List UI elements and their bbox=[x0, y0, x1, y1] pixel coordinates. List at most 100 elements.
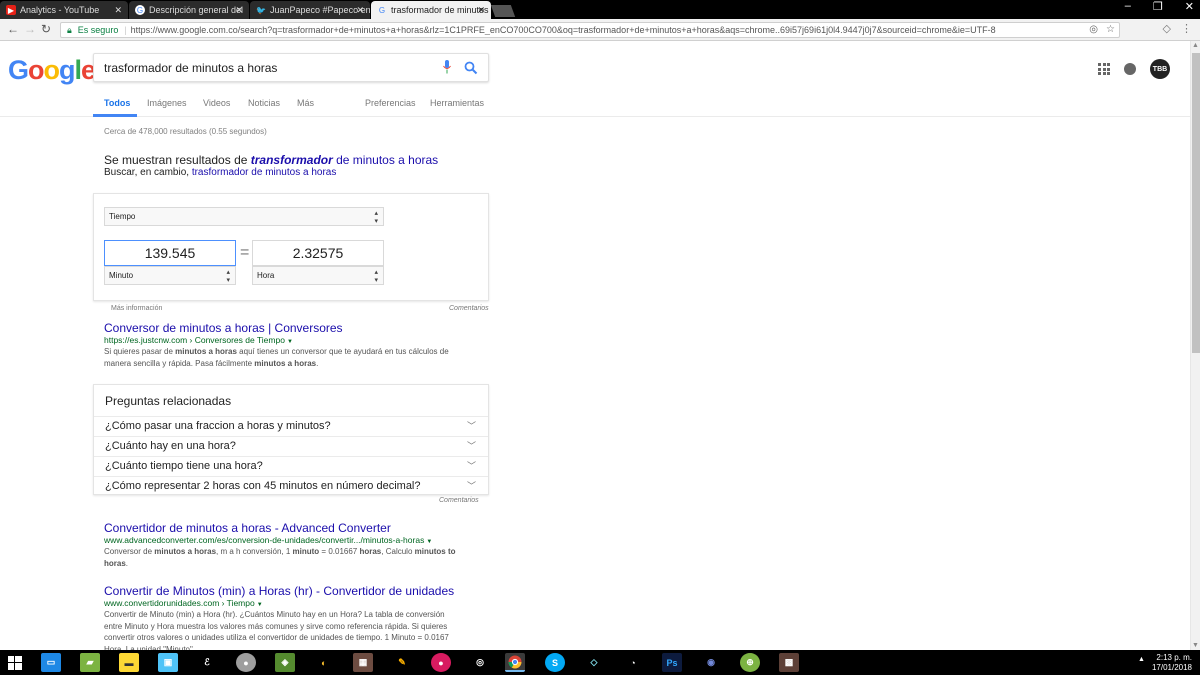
scroll-down-icon[interactable]: ▼ bbox=[1192, 642, 1199, 649]
related-question[interactable]: ¿Cuánto tiempo tiene una hora? ﹀ bbox=[94, 456, 488, 476]
folder-icon[interactable]: ▬ bbox=[119, 653, 139, 672]
address-bar[interactable]: 🔒︎ Es seguro | https://www.google.com.co… bbox=[60, 22, 1120, 38]
result-2-title[interactable]: Convertidor de minutos a horas - Advance… bbox=[104, 521, 391, 535]
reload-icon[interactable]: ↻ bbox=[41, 22, 51, 36]
result-1-title[interactable]: Conversor de minutos a horas | Conversor… bbox=[104, 321, 343, 335]
extension-icon[interactable]: ◇ bbox=[1163, 22, 1171, 35]
scroll-up-icon[interactable]: ▲ bbox=[1192, 42, 1199, 49]
search-input[interactable] bbox=[104, 61, 424, 75]
close-icon[interactable]: ✕ bbox=[356, 5, 364, 16]
google-logo[interactable]: Google bbox=[8, 55, 96, 86]
related-question[interactable]: ¿Cuánto hay en una hora? ﹀ bbox=[94, 436, 488, 456]
result-3-url-text: www.convertidorunidades.com › Tiempo bbox=[104, 598, 255, 608]
notifications-icon[interactable] bbox=[1124, 63, 1136, 75]
original-query-link[interactable]: trasformador de minutos a horas bbox=[192, 167, 337, 178]
tab-descripcion[interactable]: G Descripción general del ✕ bbox=[129, 1, 249, 19]
clock-date: 17/01/2018 bbox=[1151, 663, 1192, 672]
to-value-input[interactable]: 2.32575 bbox=[252, 240, 384, 266]
tab-mas[interactable]: Más bbox=[297, 98, 314, 108]
tab-youtube-analytics[interactable]: ▶ Analytics - YouTube ✕ bbox=[0, 1, 128, 19]
result-2-url: www.advancedconverter.com/es/conversion-… bbox=[104, 535, 432, 545]
dropdown-arrow-icon[interactable]: ▼ bbox=[426, 539, 432, 545]
tab-search-active[interactable]: G trasformador de minutos ✕ bbox=[371, 1, 491, 19]
obs-icon[interactable]: ◎ bbox=[470, 653, 490, 672]
forward-icon[interactable]: → bbox=[24, 22, 36, 36]
tab-herramientas[interactable]: Herramientas bbox=[430, 98, 484, 108]
tab-twitter[interactable]: 🐦 JuanPapeco #Papeco en ✕ bbox=[250, 1, 370, 19]
tab-preferencias[interactable]: Preferencias bbox=[365, 98, 416, 108]
related-question[interactable]: ¿Cómo pasar una fraccion a horas y minut… bbox=[94, 416, 488, 436]
target-icon[interactable]: ◎ bbox=[1089, 24, 1098, 35]
avatar[interactable]: TBB bbox=[1150, 59, 1170, 79]
back-icon[interactable]: ← bbox=[7, 22, 19, 36]
record-icon[interactable]: ● bbox=[431, 653, 451, 672]
snippet-text: , m a h conversión, 1 bbox=[216, 547, 293, 556]
chevron-down-icon: ﹀ bbox=[466, 461, 476, 471]
header-right: TBB bbox=[1098, 59, 1170, 79]
chrome-icon[interactable] bbox=[505, 653, 525, 672]
folder-icon[interactable]: ▭ bbox=[41, 653, 61, 672]
app-icon[interactable]: ▩ bbox=[779, 653, 799, 672]
app-icon[interactable]: ◈ bbox=[275, 653, 295, 672]
maximize-icon[interactable]: ❐ bbox=[1153, 0, 1163, 13]
app-icon[interactable]: ● bbox=[236, 653, 256, 672]
photoshop-icon[interactable]: Ps bbox=[662, 653, 682, 672]
snippet-bold: minutos a horas bbox=[154, 547, 217, 556]
star-icon[interactable]: ☆ bbox=[1106, 24, 1115, 35]
tab-todos[interactable]: Todos bbox=[104, 98, 130, 108]
dropdown-arrow-icon[interactable]: ▼ bbox=[287, 339, 293, 345]
search-icon[interactable] bbox=[464, 61, 478, 75]
chevron-down-icon: ﹀ bbox=[466, 421, 476, 431]
app-icon[interactable]: ◐ bbox=[314, 653, 334, 672]
menu-dots-icon[interactable]: ⋮ bbox=[1181, 22, 1192, 35]
chevron-down-icon: ﹀ bbox=[466, 481, 476, 491]
tab-noticias[interactable]: Noticias bbox=[248, 98, 280, 108]
app-icon[interactable]: ◔ bbox=[623, 653, 643, 672]
app-icon[interactable]: ℰ bbox=[197, 653, 217, 672]
close-icon[interactable]: ✕ bbox=[114, 5, 122, 16]
paint-icon[interactable]: ✎ bbox=[392, 653, 412, 672]
from-unit-value: Minuto bbox=[109, 271, 134, 280]
windows-start-icon[interactable] bbox=[5, 653, 25, 672]
app-icon[interactable]: ◇ bbox=[584, 653, 604, 672]
tray-expand-icon[interactable]: ▲ bbox=[1138, 656, 1145, 663]
to-unit-select[interactable]: Hora ▴ ▾ bbox=[252, 266, 384, 285]
snippet-text: . bbox=[316, 358, 319, 368]
close-window-icon[interactable]: ✕ bbox=[1185, 0, 1194, 13]
new-tab-button[interactable] bbox=[490, 5, 516, 17]
window-controls: – ❐ ✕ bbox=[1125, 0, 1194, 13]
result-3-title[interactable]: Convertir de Minutos (min) a Horas (hr) … bbox=[104, 584, 454, 598]
dropdown-arrow-icon[interactable]: ▼ bbox=[257, 602, 263, 608]
microphone-icon[interactable] bbox=[443, 60, 451, 74]
search-instead: Buscar, en cambio, trasformador de minut… bbox=[104, 167, 336, 178]
page-scrollbar[interactable]: ▲ ▼ bbox=[1190, 41, 1200, 650]
more-info-link[interactable]: Más información bbox=[111, 305, 162, 312]
app-icon[interactable]: ⊕ bbox=[740, 653, 760, 672]
close-icon[interactable]: ✕ bbox=[477, 5, 485, 16]
category-select[interactable]: Tiempo ▴ ▾ bbox=[104, 207, 384, 226]
app-icon[interactable]: ▰ bbox=[80, 653, 100, 672]
minimize-icon[interactable]: – bbox=[1125, 0, 1131, 13]
app-icon[interactable]: ▣ bbox=[158, 653, 178, 672]
related-question[interactable]: ¿Cómo representar 2 horas con 45 minutos… bbox=[94, 476, 488, 496]
skype-icon[interactable]: S bbox=[545, 653, 565, 672]
close-icon[interactable]: ✕ bbox=[235, 5, 243, 16]
scroll-thumb[interactable] bbox=[1192, 53, 1200, 353]
result-1-snippet: Si quieres pasar de minutos a horas aquí… bbox=[104, 346, 464, 369]
tab-imagenes[interactable]: Imágenes bbox=[147, 98, 187, 108]
system-clock[interactable]: 2:13 p. m. 17/01/2018 bbox=[1152, 653, 1192, 673]
from-unit-select[interactable]: Minuto ▴ ▾ bbox=[104, 266, 236, 285]
related-feedback-link[interactable]: Comentarios bbox=[439, 497, 479, 504]
result-2-snippet: Conversor de minutos a horas, m a h conv… bbox=[104, 546, 464, 569]
from-value-input[interactable]: 139.545 bbox=[104, 240, 236, 266]
minecraft-icon[interactable]: ▦ bbox=[353, 653, 373, 672]
corrected-query-link[interactable]: transformador de minutos a horas bbox=[251, 153, 438, 167]
apps-grid-icon[interactable] bbox=[1098, 63, 1110, 75]
tab-title: Descripción general del bbox=[149, 5, 244, 15]
search-box[interactable] bbox=[93, 53, 489, 82]
snippet-text: Conversor de bbox=[104, 547, 155, 556]
discord-icon[interactable]: ◉ bbox=[701, 653, 721, 672]
converter-feedback-link[interactable]: Comentarios bbox=[449, 305, 489, 312]
equals-sign: = bbox=[240, 244, 250, 261]
tab-videos[interactable]: Videos bbox=[203, 98, 230, 108]
